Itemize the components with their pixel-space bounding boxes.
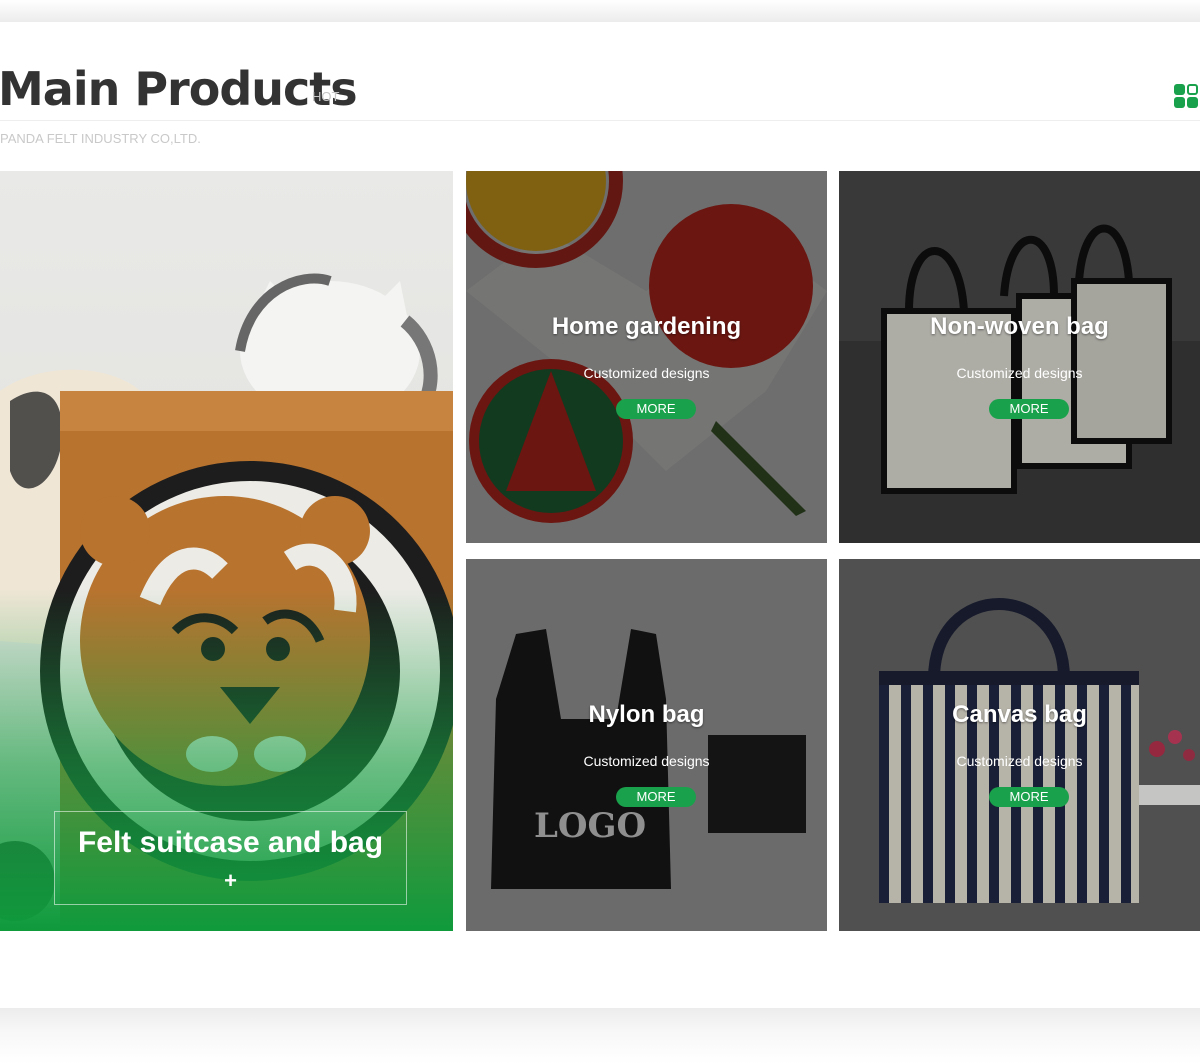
more-button[interactable]: MORE <box>616 399 696 419</box>
section-title: Main Products <box>0 62 358 116</box>
logo-print: LOGO <box>534 806 646 846</box>
card-title: Nylon bag <box>588 701 705 728</box>
non-woven-bag-image <box>839 171 1200 543</box>
product-card-nylon-bag[interactable]: LOGO Nylon bag Customized designs MORE <box>466 559 827 931</box>
product-card-home-gardening[interactable]: Home gardening Customized designs MORE <box>466 171 827 543</box>
featured-title: Felt suitcase and bag <box>77 826 384 859</box>
grid-icon[interactable] <box>1174 84 1200 110</box>
title-divider <box>0 120 1200 121</box>
hot-tag: HOT <box>312 89 340 104</box>
more-button[interactable]: MORE <box>989 399 1069 419</box>
card-title: Canvas bag <box>952 701 1087 728</box>
bottom-shade <box>0 1008 1200 1064</box>
plus-icon: + <box>224 868 237 893</box>
canvas-bag-image <box>839 559 1200 931</box>
card-subtitle: Customized designs <box>583 753 710 769</box>
product-card-canvas-bag[interactable]: Canvas bag Customized designs MORE <box>839 559 1200 931</box>
card-subtitle: Customized designs <box>956 365 1083 381</box>
company-subtitle: PANDA FELT INDUSTRY CO,LTD. <box>0 131 201 146</box>
product-card-non-woven-bag[interactable]: Non-woven bag Customized designs MORE <box>839 171 1200 543</box>
nylon-bag-image: LOGO <box>466 559 827 931</box>
card-title: Home gardening <box>551 313 742 340</box>
coasters-image <box>466 171 827 543</box>
card-title: Non-woven bag <box>930 313 1109 340</box>
more-button[interactable]: MORE <box>989 787 1069 807</box>
top-shade <box>0 0 1200 22</box>
more-button[interactable]: MORE <box>616 787 696 807</box>
card-subtitle: Customized designs <box>583 365 710 381</box>
products-section: Main Products HOT PANDA FELT INDUSTRY CO… <box>0 22 1200 1008</box>
card-subtitle: Customized designs <box>956 753 1083 769</box>
featured-card[interactable]: Felt suitcase and bag + <box>0 171 453 931</box>
featured-caption-box[interactable]: Felt suitcase and bag + <box>54 811 407 905</box>
